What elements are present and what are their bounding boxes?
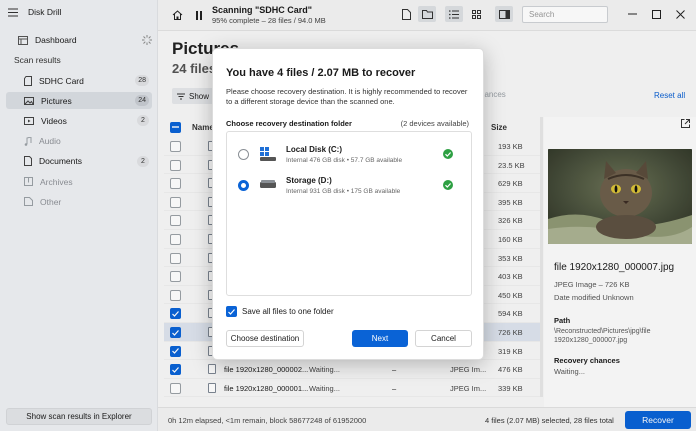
dialog-title: You have 4 files / 2.07 MB to recover: [226, 67, 416, 79]
recovery-destination-dialog: You have 4 files / 2.07 MB to recover Pl…: [212, 48, 484, 360]
choose-destination-button[interactable]: Choose destination: [226, 330, 304, 347]
next-button[interactable]: Next: [352, 330, 408, 347]
save-all-one-folder-option[interactable]: Save all files to one folder: [226, 306, 334, 317]
check-circle-icon: [443, 149, 453, 159]
device-info: Internal 931 GB disk • 175 GB available: [286, 188, 401, 195]
dialog-description: Please choose recovery destination. It i…: [226, 87, 468, 106]
save-all-checkbox[interactable]: [226, 306, 237, 317]
device-name: Local Disk (C:): [286, 145, 343, 154]
destination-section-label: Choose recovery destination folder: [226, 119, 352, 128]
device-option-storage-d[interactable]: Storage (D:) Internal 931 GB disk • 175 …: [227, 169, 471, 201]
device-option-local-disk-c[interactable]: Local Disk (C:) Internal 476 GB disk • 5…: [227, 138, 471, 170]
device-info: Internal 476 GB disk • 57.7 GB available: [286, 157, 403, 164]
device-radio-selected[interactable]: [238, 180, 249, 191]
cancel-button[interactable]: Cancel: [415, 330, 472, 347]
windows-disk-icon: [260, 147, 276, 161]
drive-icon: [260, 178, 276, 190]
save-all-label: Save all files to one folder: [242, 307, 334, 316]
device-count: (2 devices available): [400, 119, 469, 128]
device-name: Storage (D:): [286, 176, 332, 185]
device-list: Local Disk (C:) Internal 476 GB disk • 5…: [226, 131, 472, 296]
device-radio[interactable]: [238, 149, 249, 160]
check-circle-icon: [443, 180, 453, 190]
